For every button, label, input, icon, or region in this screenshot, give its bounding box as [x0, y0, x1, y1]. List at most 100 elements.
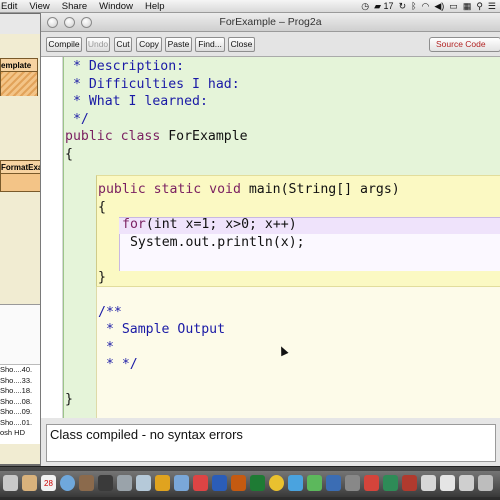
list-item[interactable]: Sho....40. [0, 365, 44, 376]
app-icon[interactable] [383, 475, 398, 491]
code-line-class: public class ForExample [65, 128, 248, 145]
preview-icon[interactable] [136, 475, 151, 491]
word-icon[interactable] [212, 475, 227, 491]
trash-icon[interactable] [478, 475, 493, 491]
for-condition: (int x=1; x>0; x++) [145, 217, 297, 232]
keyword: public class [65, 129, 161, 144]
menu-help[interactable]: Help [139, 0, 171, 13]
file-list: Sho....40. Sho....33. Sho....18. Sho....… [0, 304, 44, 444]
list-item[interactable]: Sho....09. [0, 407, 44, 418]
class-box-hatch [1, 72, 37, 96]
paste-button[interactable]: Paste [165, 37, 192, 52]
bluetooth-icon[interactable]: ᛒ [411, 0, 416, 13]
chrome-icon[interactable] [269, 475, 284, 491]
code-line: * What I learned: [65, 94, 208, 109]
java-icon[interactable] [155, 475, 170, 491]
finder-icon[interactable] [3, 475, 18, 491]
dock: 28 [0, 466, 500, 500]
menu-edit[interactable]: Edit [0, 0, 23, 13]
class-box-label: FormatExam [1, 161, 43, 174]
app-icon[interactable] [364, 475, 379, 491]
keyword: public static void [98, 182, 241, 197]
code-line: * Difficulties I had: [65, 77, 240, 92]
video-icon[interactable] [98, 475, 113, 491]
find-button[interactable]: Find... [195, 37, 225, 52]
list-spacer [0, 305, 44, 365]
menu-window[interactable]: Window [93, 0, 139, 13]
downloads-icon[interactable] [459, 475, 474, 491]
window-title: ForExample – Prog2a [219, 16, 322, 28]
code-line: * */ [98, 357, 138, 372]
cut-button[interactable]: Cut [114, 37, 132, 52]
method-signature: main(String[] args) [240, 182, 400, 197]
spotlight-icon[interactable]: ⚲ [476, 0, 483, 13]
menu-view[interactable]: View [23, 0, 55, 13]
class-box-label: emplate [1, 59, 37, 72]
code-line: } [98, 270, 106, 285]
screen: Edit View Share Window Help ◷ ▰ 17 ↻ ᛒ ◠… [0, 0, 500, 500]
mail-icon[interactable] [174, 475, 189, 491]
excel-icon[interactable] [250, 475, 265, 491]
code-line: /** [98, 305, 122, 320]
close-button[interactable]: Close [228, 37, 255, 52]
skype-icon[interactable] [288, 475, 303, 491]
code-line-for: for(int x=1; x>0; x++) [122, 216, 297, 233]
app-icon[interactable] [326, 475, 341, 491]
time-machine-icon[interactable]: ◷ [361, 0, 369, 13]
class-name: ForExample [160, 129, 248, 144]
status-badge[interactable]: ▰ 17 [374, 0, 393, 13]
list-item[interactable]: osh HD [0, 428, 44, 439]
comment-scope [96, 287, 500, 418]
notes-icon[interactable] [22, 475, 37, 491]
volume-icon[interactable]: ◀) [434, 0, 444, 13]
list-item[interactable]: Sho....08. [0, 397, 44, 408]
code-line: { [65, 147, 73, 162]
app-icon[interactable] [345, 475, 360, 491]
code-line: * [98, 340, 114, 355]
copy-button[interactable]: Copy [136, 37, 162, 52]
app-icon[interactable] [402, 475, 417, 491]
status-number: 17 [383, 1, 394, 11]
class-box-format-example[interactable]: FormatExam [0, 160, 44, 192]
flag-icon[interactable]: ▦ [463, 0, 472, 13]
status-message: Class compiled - no syntax errors [50, 427, 243, 442]
message-area: Class compiled - no syntax errors [46, 424, 496, 462]
notification-icon[interactable]: ☰ [488, 0, 496, 13]
document-icon[interactable] [421, 475, 436, 491]
calendar-icon[interactable]: 28 [41, 475, 56, 491]
list-item[interactable]: Sho....18. [0, 386, 44, 397]
menu-bar: Edit View Share Window Help ◷ ▰ 17 ↻ ᛒ ◠… [0, 0, 500, 13]
badge-icon: ▰ [374, 1, 382, 11]
keyword: for [122, 217, 146, 232]
code-line: } [65, 392, 73, 407]
class-box-template[interactable]: emplate [0, 58, 38, 96]
code-line: * Sample Output [98, 322, 226, 337]
document-icon[interactable] [440, 475, 455, 491]
toolbar: Compile Undo Cut Copy Paste Find... Clos… [41, 32, 500, 56]
powerpoint-icon[interactable] [231, 475, 246, 491]
pdf-icon[interactable] [193, 475, 208, 491]
battery-icon[interactable]: ▭ [449, 0, 458, 13]
calendar-day: 28 [44, 479, 53, 488]
code-line: System.out.println(x); [122, 235, 305, 250]
view-mode-select[interactable]: Source Code [429, 37, 500, 52]
status-menus: ◷ ▰ 17 ↻ ᛒ ◠ ◀) ▭ ▦ ⚲ ☰ [361, 0, 496, 13]
compile-button[interactable]: Compile [46, 37, 82, 52]
view-mode-label: Source Code [436, 39, 486, 49]
wifi-icon[interactable]: ◠ [422, 0, 430, 13]
title-bar[interactable]: ForExample – Prog2a [41, 13, 500, 32]
list-item[interactable]: Sho....33. [0, 376, 44, 387]
photos-icon[interactable] [79, 475, 94, 491]
line-gutter [41, 57, 63, 418]
code-line: */ [65, 112, 89, 127]
menu-share[interactable]: Share [56, 0, 93, 13]
code-line: { [98, 200, 106, 215]
utilities-icon[interactable] [117, 475, 132, 491]
code-editor[interactable]: * Description: * Difficulties I had: * W… [41, 56, 500, 418]
code-line: * Description: [65, 59, 185, 74]
undo-button[interactable]: Undo [86, 37, 110, 52]
itunes-icon[interactable] [60, 475, 75, 491]
app-icon[interactable] [307, 475, 322, 491]
list-item[interactable]: Sho....01. [0, 418, 44, 429]
sync-icon[interactable]: ↻ [399, 0, 407, 13]
